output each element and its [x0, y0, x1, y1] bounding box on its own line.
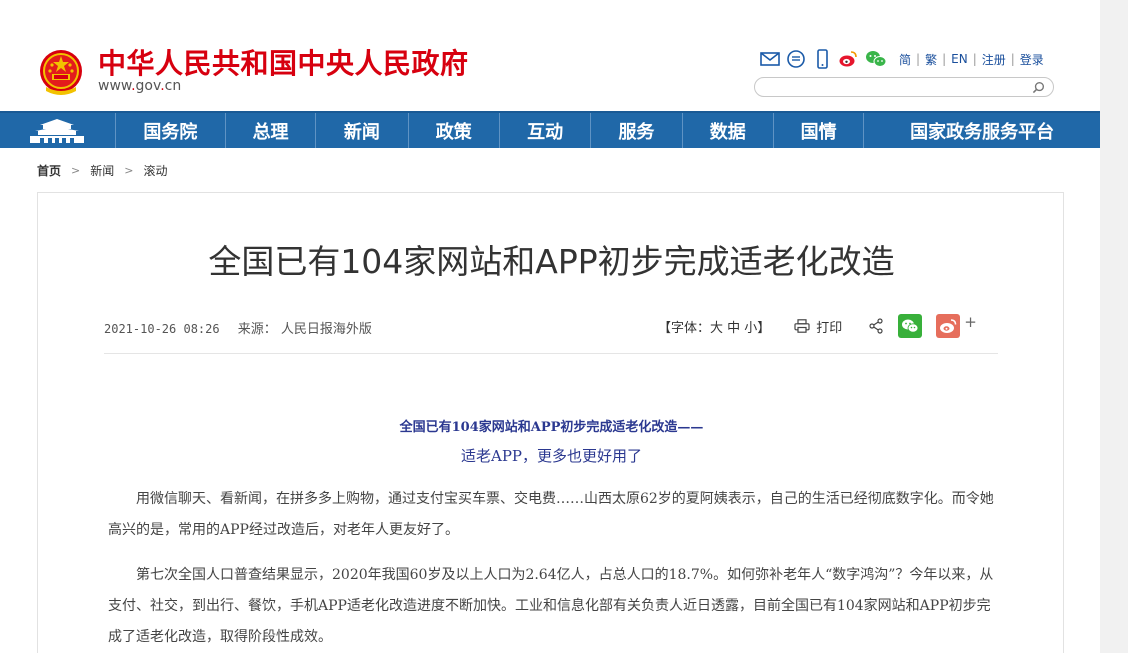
- share-wechat-button[interactable]: [898, 314, 923, 338]
- breadcrumb-rolling[interactable]: 滚动: [143, 162, 167, 179]
- share-weibo-button[interactable]: [936, 314, 961, 338]
- divider: |: [942, 52, 947, 66]
- article-panel: 全国已有104家网站和APP初步完成适老化改造 2021-10-26 08:26…: [37, 192, 1064, 653]
- divider: |: [1010, 52, 1015, 66]
- header-toolbar: 简 | 繁 | EN | 注册 | 登录: [760, 48, 1049, 70]
- divider: [104, 353, 998, 354]
- article-tools: 【字体：大 中 小】 打印 +: [658, 313, 977, 339]
- scrollbar-track[interactable]: [1100, 0, 1128, 653]
- more-share-icon[interactable]: +: [964, 313, 977, 331]
- divider: |: [916, 52, 921, 66]
- print-label: 打印: [816, 320, 843, 336]
- nav-item-service-platform[interactable]: 国家政务服务平台: [864, 113, 1100, 148]
- article-meta: 2021-10-26 08:26 来源： 人民日报海外版: [104, 318, 372, 337]
- lang-english-link[interactable]: EN: [951, 52, 968, 66]
- breadcrumb-news[interactable]: 新闻: [90, 162, 114, 179]
- search-input[interactable]: [754, 77, 1054, 97]
- source-name: 人民日报海外版: [280, 322, 372, 337]
- nav-item-data[interactable]: 数据: [683, 113, 774, 148]
- chevron-right-icon: >: [71, 164, 81, 177]
- nav-home-tiananmen-icon[interactable]: [0, 113, 116, 148]
- breadcrumb-home[interactable]: 首页: [37, 162, 61, 179]
- printer-icon: [794, 319, 810, 333]
- site-title[interactable]: 中华人民共和国中央人民政府: [98, 42, 469, 82]
- nav-item-national-info[interactable]: 国情: [774, 113, 865, 148]
- divider: |: [972, 52, 977, 66]
- share-icon[interactable]: [868, 318, 884, 334]
- mobile-icon[interactable]: [812, 49, 832, 69]
- article-paragraph: 用微信聊天、看新闻，在拼多多上购物，通过支付宝买车票、交电费……山西太原62岁的…: [108, 491, 994, 538]
- chat-bubble-icon[interactable]: [786, 49, 806, 69]
- domain-name: gov: [135, 78, 161, 94]
- nav-item-policy[interactable]: 政策: [409, 113, 500, 148]
- mail-icon[interactable]: [760, 49, 780, 69]
- weibo-icon[interactable]: [838, 49, 858, 69]
- nav-item-services[interactable]: 服务: [591, 113, 683, 148]
- login-link[interactable]: 登录: [1020, 51, 1044, 68]
- search-icon[interactable]: [1032, 81, 1045, 94]
- domain-suffix: cn: [164, 78, 182, 94]
- publish-date: 2021-10-26 08:26: [104, 322, 220, 336]
- article-paragraph: 第七次全国人口普查结果显示，2020年我国60岁及以上人口为2.64亿人，占总人…: [108, 567, 994, 645]
- weibo-icon: [940, 319, 957, 333]
- font-size-selector[interactable]: 【字体：大 中 小】: [658, 317, 770, 336]
- article-subtitle-main: 适老APP，更多也更好用了: [460, 447, 643, 465]
- article-title: 全国已有104家网站和APP初步完成适老化改造: [208, 242, 895, 281]
- national-emblem-icon[interactable]: [38, 47, 84, 99]
- article-subtitle-lead: 全国已有104家网站和APP初步完成适老化改造——: [399, 420, 704, 435]
- nav-item-state-council[interactable]: 国务院: [116, 113, 226, 148]
- register-link[interactable]: 注册: [982, 51, 1006, 68]
- site-header: 中华人民共和国中央人民政府 www.gov.cn 简 | 繁 | EN | 注册…: [0, 0, 1100, 111]
- wechat-icon: [902, 319, 919, 333]
- site-domain[interactable]: www.gov.cn: [98, 78, 181, 94]
- chevron-right-icon: >: [124, 164, 134, 177]
- nav-item-interaction[interactable]: 互动: [500, 113, 592, 148]
- print-button[interactable]: 打印: [794, 317, 842, 336]
- domain-prefix: www: [98, 78, 132, 94]
- nav-item-premier[interactable]: 总理: [226, 113, 317, 148]
- lang-traditional-link[interactable]: 繁: [925, 51, 937, 68]
- lang-simplified-link[interactable]: 简: [899, 51, 911, 68]
- source-label: 来源：: [237, 322, 277, 337]
- main-nav: 国务院 总理 新闻 政策 互动 服务 数据 国情 国家政务服务平台: [0, 111, 1100, 148]
- nav-item-news[interactable]: 新闻: [316, 113, 409, 148]
- breadcrumb: 首页 > 新闻 > 滚动: [37, 162, 167, 179]
- wechat-icon[interactable]: [864, 49, 888, 69]
- tiananmen-icon: [30, 118, 85, 143]
